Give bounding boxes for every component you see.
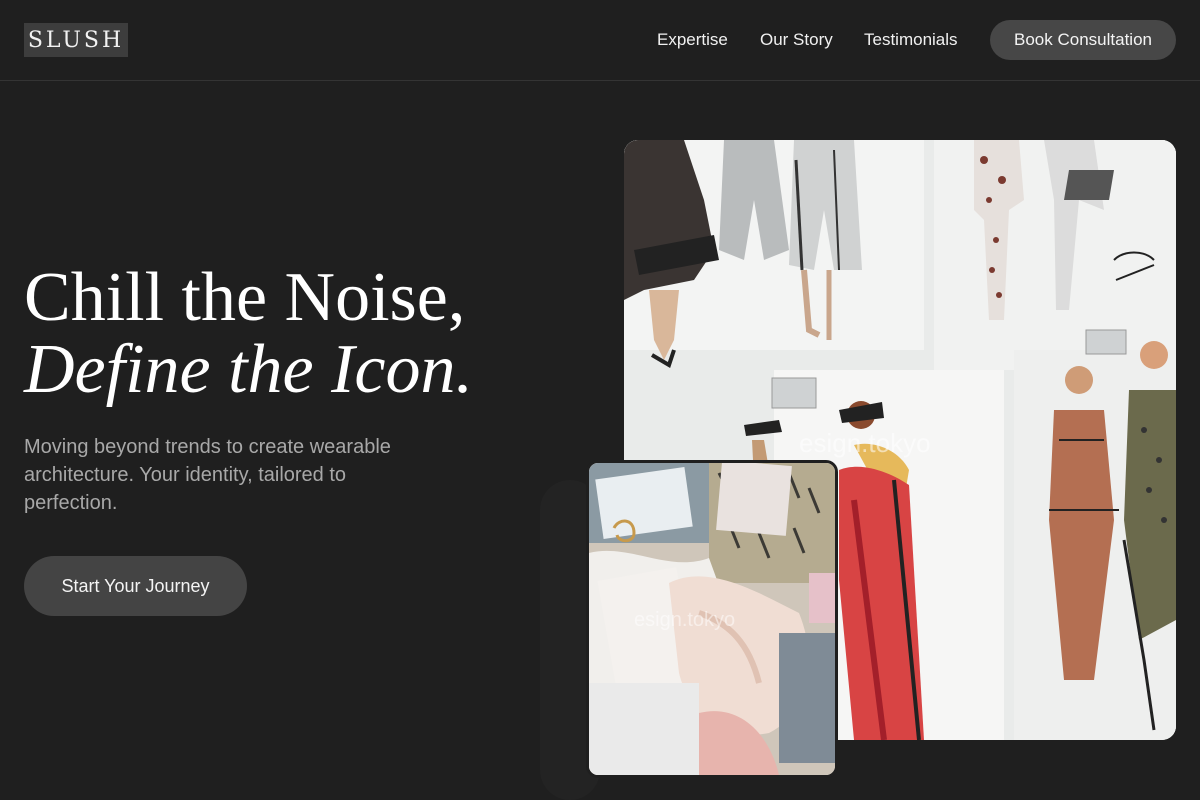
book-consultation-button[interactable]: Book Consultation [990,20,1176,60]
main-image-watermark: esign.tokyo [799,428,931,458]
fabric-moodboard-image: esign.tokyo [586,460,838,778]
nav-link-testimonials[interactable]: Testimonials [864,30,958,50]
headline-line-1: Chill the Noise, [24,259,466,336]
brand-logo[interactable]: SLUSH [24,23,128,57]
nav-link-our-story[interactable]: Our Story [760,30,833,50]
hero-headline: Chill the Noise, Define the Icon. [24,262,584,406]
start-journey-button[interactable]: Start Your Journey [24,556,247,616]
nav-link-expertise[interactable]: Expertise [657,30,728,50]
top-navbar: SLUSH Expertise Our Story Testimonials B… [0,0,1200,81]
inset-image-watermark: esign.tokyo [634,609,735,631]
headline-line-2: Define the Icon. [24,331,473,408]
hero-subtitle: Moving beyond trends to create wearable … [24,436,391,514]
